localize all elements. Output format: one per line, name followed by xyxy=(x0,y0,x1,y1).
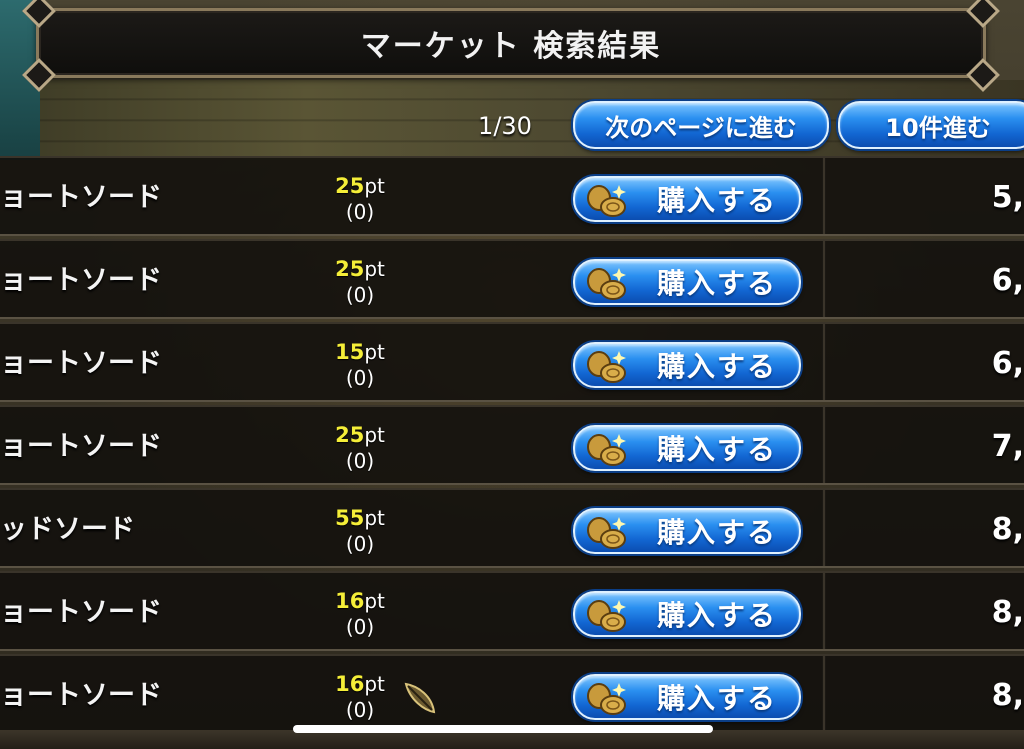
price-points: 16 xyxy=(335,672,365,696)
listing-row: ョートソード 16pt (0) 購入する 8, xyxy=(0,654,1024,734)
listing-count: (0) xyxy=(345,532,375,556)
page-indicator: 1/30 xyxy=(478,112,532,140)
page-title: マーケット 検索結果 xyxy=(360,29,662,64)
buy-button[interactable]: 購入する xyxy=(573,674,801,720)
price-line: 25pt xyxy=(330,172,390,200)
price-points: 15 xyxy=(335,340,365,364)
price-line: 16pt xyxy=(330,587,390,615)
item-name: ョートソード xyxy=(0,348,162,379)
column-divider xyxy=(822,158,826,234)
price-unit: pt xyxy=(364,506,385,530)
skip-10-button[interactable]: 10件進む xyxy=(838,101,1024,149)
item-name: ョートソード xyxy=(0,597,162,628)
listing-price-value: 8, xyxy=(991,512,1024,547)
listing-count: (0) xyxy=(345,283,375,307)
buy-button[interactable]: 購入する xyxy=(573,591,801,637)
listing-count: (0) xyxy=(345,366,375,390)
column-divider xyxy=(822,407,826,483)
listing-price-value: 5, xyxy=(991,180,1024,215)
home-indicator[interactable] xyxy=(293,725,713,733)
coin-icon xyxy=(587,185,626,217)
listing-row: ョートソード 25pt (0) 購入する 6, xyxy=(0,239,1024,319)
price-block: 55pt (0) xyxy=(330,504,390,560)
buy-button-label: 購入する xyxy=(656,350,777,383)
item-name: ッドソード xyxy=(0,514,135,545)
listing-price-value: 6, xyxy=(991,263,1024,298)
title-banner: マーケット 検索結果 xyxy=(22,0,1000,92)
price-unit: pt xyxy=(364,423,385,447)
price-line: 25pt xyxy=(330,255,390,283)
buy-button-label: 購入する xyxy=(656,682,777,715)
price-unit: pt xyxy=(364,672,385,696)
listing-row: ッドソード 55pt (0) 購入する 8, xyxy=(0,488,1024,568)
price-block: 16pt (0) xyxy=(330,587,390,643)
buy-button[interactable]: 購入する xyxy=(573,425,801,471)
item-name: ョートソード xyxy=(0,680,162,711)
buy-button[interactable]: 購入する xyxy=(573,342,801,388)
listing-table: ョートソード 25pt (0) 購入する 5, ョートソード 25pt (0) 購入する 6, ョー… xyxy=(0,156,1024,734)
listing-price-value: 8, xyxy=(991,595,1024,630)
price-unit: pt xyxy=(364,340,385,364)
column-divider xyxy=(822,324,826,400)
buy-button-label: 購入する xyxy=(656,433,777,466)
price-unit: pt xyxy=(364,174,385,198)
item-name: ョートソード xyxy=(0,265,162,296)
listing-count: (0) xyxy=(345,615,375,639)
price-block: 16pt (0) xyxy=(330,670,390,726)
listing-count: (0) xyxy=(345,449,375,473)
buy-button[interactable]: 購入する xyxy=(573,508,801,554)
listing-row: ョートソード 25pt (0) 購入する 7, xyxy=(0,405,1024,485)
item-name: ョートソード xyxy=(0,182,162,213)
buy-button-label: 購入する xyxy=(656,267,777,300)
coin-icon xyxy=(587,600,626,632)
price-points: 25 xyxy=(335,257,365,281)
column-divider xyxy=(822,241,826,317)
listing-price-value: 7, xyxy=(991,429,1024,464)
listing-price-value: 8, xyxy=(991,678,1024,713)
price-points: 25 xyxy=(335,423,365,447)
price-line: 16pt xyxy=(330,670,390,698)
listing-count: (0) xyxy=(345,200,375,224)
column-divider xyxy=(822,573,826,649)
listing-price-value: 6, xyxy=(991,346,1024,381)
price-points: 16 xyxy=(335,589,365,613)
price-line: 15pt xyxy=(330,338,390,366)
price-unit: pt xyxy=(364,257,385,281)
column-divider xyxy=(822,490,826,566)
next-page-button[interactable]: 次のページに進む xyxy=(573,101,829,149)
price-block: 25pt (0) xyxy=(330,421,390,477)
feather-icon xyxy=(404,682,436,714)
price-block: 25pt (0) xyxy=(330,172,390,228)
buy-button-label: 購入する xyxy=(656,516,777,549)
listing-row: ョートソード 25pt (0) 購入する 5, xyxy=(0,156,1024,236)
price-line: 55pt xyxy=(330,504,390,532)
coin-icon xyxy=(587,517,626,549)
coin-icon xyxy=(587,683,626,715)
price-line: 25pt xyxy=(330,421,390,449)
price-points: 55 xyxy=(335,506,365,530)
listing-row: ョートソード 15pt (0) 購入する 6, xyxy=(0,322,1024,402)
listing-count: (0) xyxy=(345,698,375,722)
coin-icon xyxy=(587,434,626,466)
buy-button[interactable]: 購入する xyxy=(573,176,801,222)
coin-icon xyxy=(587,268,626,300)
listing-row: ョートソード 16pt (0) 購入する 8, xyxy=(0,571,1024,651)
column-divider xyxy=(822,656,826,732)
coin-icon xyxy=(587,351,626,383)
buy-button-label: 購入する xyxy=(656,599,777,632)
price-block: 15pt (0) xyxy=(330,338,390,394)
buy-button[interactable]: 購入する xyxy=(573,259,801,305)
price-block: 25pt (0) xyxy=(330,255,390,311)
buy-button-label: 購入する xyxy=(656,184,777,217)
price-points: 25 xyxy=(335,174,365,198)
price-unit: pt xyxy=(364,589,385,613)
item-name: ョートソード xyxy=(0,431,162,462)
